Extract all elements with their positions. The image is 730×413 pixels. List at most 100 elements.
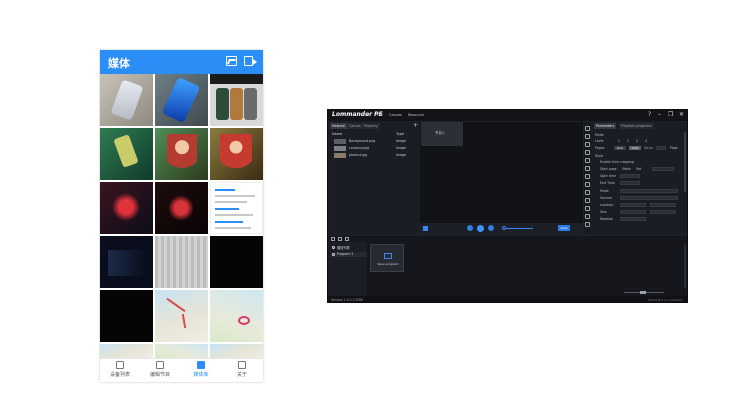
next-page-button[interactable]: Next <box>629 146 641 150</box>
location-y-input[interactable] <box>650 203 676 207</box>
status-right-text: Offset Not Accessibility <box>648 297 683 302</box>
list-icon <box>116 361 124 369</box>
folder-icon <box>197 361 205 369</box>
text-tool-icon[interactable] <box>585 126 590 131</box>
maximize-icon[interactable]: ❐ <box>668 111 673 118</box>
media-thumbnail[interactable] <box>100 236 153 288</box>
file-row[interactable]: Background.png Image <box>332 139 418 145</box>
media-thumbnail[interactable] <box>210 128 263 180</box>
app-logo: Lommander PE <box>332 111 383 118</box>
tab-media-library[interactable]: 媒体库 <box>181 361 221 378</box>
media-thumbnail[interactable] <box>100 128 153 180</box>
menu-resource[interactable]: Resource <box>408 113 424 117</box>
volume-input[interactable] <box>620 196 678 200</box>
view-button[interactable]: View <box>558 225 570 231</box>
radio-icon <box>332 246 335 249</box>
menu-canvas[interactable]: Canvas <box>389 113 402 117</box>
tab-label: 媒体库 <box>193 372 209 378</box>
volume-label: Volume <box>600 196 612 200</box>
level-label: Level <box>595 139 604 143</box>
tab-canvas[interactable]: Canvas <box>347 123 363 129</box>
size-h-input[interactable] <box>650 210 676 214</box>
help-icon[interactable]: ? <box>648 111 651 118</box>
mode-select[interactable] <box>620 189 678 193</box>
params-scrollbar[interactable] <box>684 132 686 192</box>
volume-slider[interactable] <box>505 228 533 229</box>
minimize-icon[interactable]: – <box>658 111 661 118</box>
image-icon[interactable] <box>226 56 237 66</box>
start-page-set[interactable]: Set <box>636 167 641 171</box>
countdown-tool-icon[interactable] <box>585 182 590 187</box>
tab-edit-program[interactable]: 编辑节目 <box>140 361 180 378</box>
file-thumbnail <box>334 146 346 151</box>
video-tool-icon[interactable] <box>585 142 590 147</box>
tab-playback-programs[interactable]: Playback programs <box>619 123 654 129</box>
enable-time-cropping[interactable]: Enable time cropping <box>600 160 634 164</box>
tab-device-list[interactable]: 设备列表 <box>100 361 140 378</box>
media-thumbnail[interactable] <box>100 182 153 234</box>
tab-material[interactable]: Material <box>330 123 347 129</box>
media-thumbnail[interactable] <box>155 182 208 234</box>
media-thumbnail[interactable] <box>100 344 153 358</box>
settings-tool-icon[interactable] <box>585 222 590 227</box>
stream-tool-icon[interactable] <box>585 190 590 195</box>
program-preview-card[interactable]: 节目1 <box>421 122 463 146</box>
add-icon[interactable]: + <box>413 122 418 129</box>
tab-about[interactable]: 关于 <box>222 361 262 378</box>
media-thumbnail[interactable] <box>210 344 263 358</box>
save-program-card[interactable]: Save program <box>370 244 404 272</box>
program-label: Program 1 <box>337 252 354 256</box>
media-thumbnail[interactable] <box>155 236 208 288</box>
version-text: Version 1.0.1.17089 <box>331 297 363 302</box>
zoom-slider[interactable] <box>624 291 664 294</box>
table-tool-icon[interactable] <box>585 174 590 179</box>
clock-tool-icon[interactable] <box>585 150 590 155</box>
column-header-type: Type <box>396 132 405 136</box>
start-page-static[interactable]: Static <box>622 167 631 171</box>
location-x-input[interactable] <box>620 203 646 207</box>
program-list-item[interactable]: 播放列表 <box>331 245 367 250</box>
play-icon[interactable] <box>477 224 484 232</box>
file-row[interactable]: product.jpg Image <box>332 153 418 159</box>
page-title: 媒体 <box>108 57 130 70</box>
media-thumbnail[interactable] <box>100 290 153 342</box>
delete-tool-icon[interactable] <box>585 214 590 219</box>
tab-parameters[interactable]: Parameters <box>594 123 617 129</box>
media-thumbnail[interactable] <box>155 290 208 342</box>
end-time-input[interactable] <box>620 181 640 185</box>
file-row[interactable]: company.jpg Image <box>332 146 418 152</box>
size-label: Size <box>600 210 607 214</box>
layout-icon[interactable] <box>423 226 428 231</box>
sensor-tool-icon[interactable] <box>585 198 590 203</box>
media-thumbnail[interactable] <box>210 290 263 342</box>
media-thumbnail[interactable] <box>100 74 153 126</box>
rotation-input[interactable] <box>620 217 646 221</box>
program-list-item[interactable]: Program 1 <box>331 252 367 257</box>
start-page-input[interactable] <box>652 167 674 171</box>
location-label: Location <box>600 203 614 207</box>
menu-file[interactable]: File <box>377 113 383 117</box>
media-thumbnail[interactable] <box>210 74 263 126</box>
timeline-scrollbar[interactable] <box>684 244 686 288</box>
media-thumbnail[interactable] <box>155 74 208 126</box>
media-thumbnail[interactable] <box>155 344 208 358</box>
add-program-icon[interactable] <box>331 237 335 241</box>
image-tool-icon[interactable] <box>585 134 590 139</box>
delete-program-icon[interactable] <box>345 237 349 241</box>
media-thumbnail[interactable] <box>210 236 263 288</box>
prev-icon[interactable] <box>467 225 473 231</box>
stop-icon[interactable] <box>488 225 494 231</box>
weather-tool-icon[interactable] <box>585 158 590 163</box>
web-tool-icon[interactable] <box>585 166 590 171</box>
page-input[interactable] <box>656 146 666 150</box>
tab-property[interactable]: Property <box>362 123 380 129</box>
size-w-input[interactable] <box>620 210 646 214</box>
media-thumbnail[interactable] <box>155 128 208 180</box>
prev-page-button[interactable]: Prev <box>614 146 626 150</box>
copy-program-icon[interactable] <box>338 237 342 241</box>
close-icon[interactable]: ✕ <box>679 111 684 118</box>
video-camera-icon[interactable] <box>244 56 257 66</box>
start-time-input[interactable] <box>620 174 640 178</box>
media-thumbnail[interactable] <box>210 182 263 234</box>
info-tool-icon[interactable] <box>585 206 590 211</box>
